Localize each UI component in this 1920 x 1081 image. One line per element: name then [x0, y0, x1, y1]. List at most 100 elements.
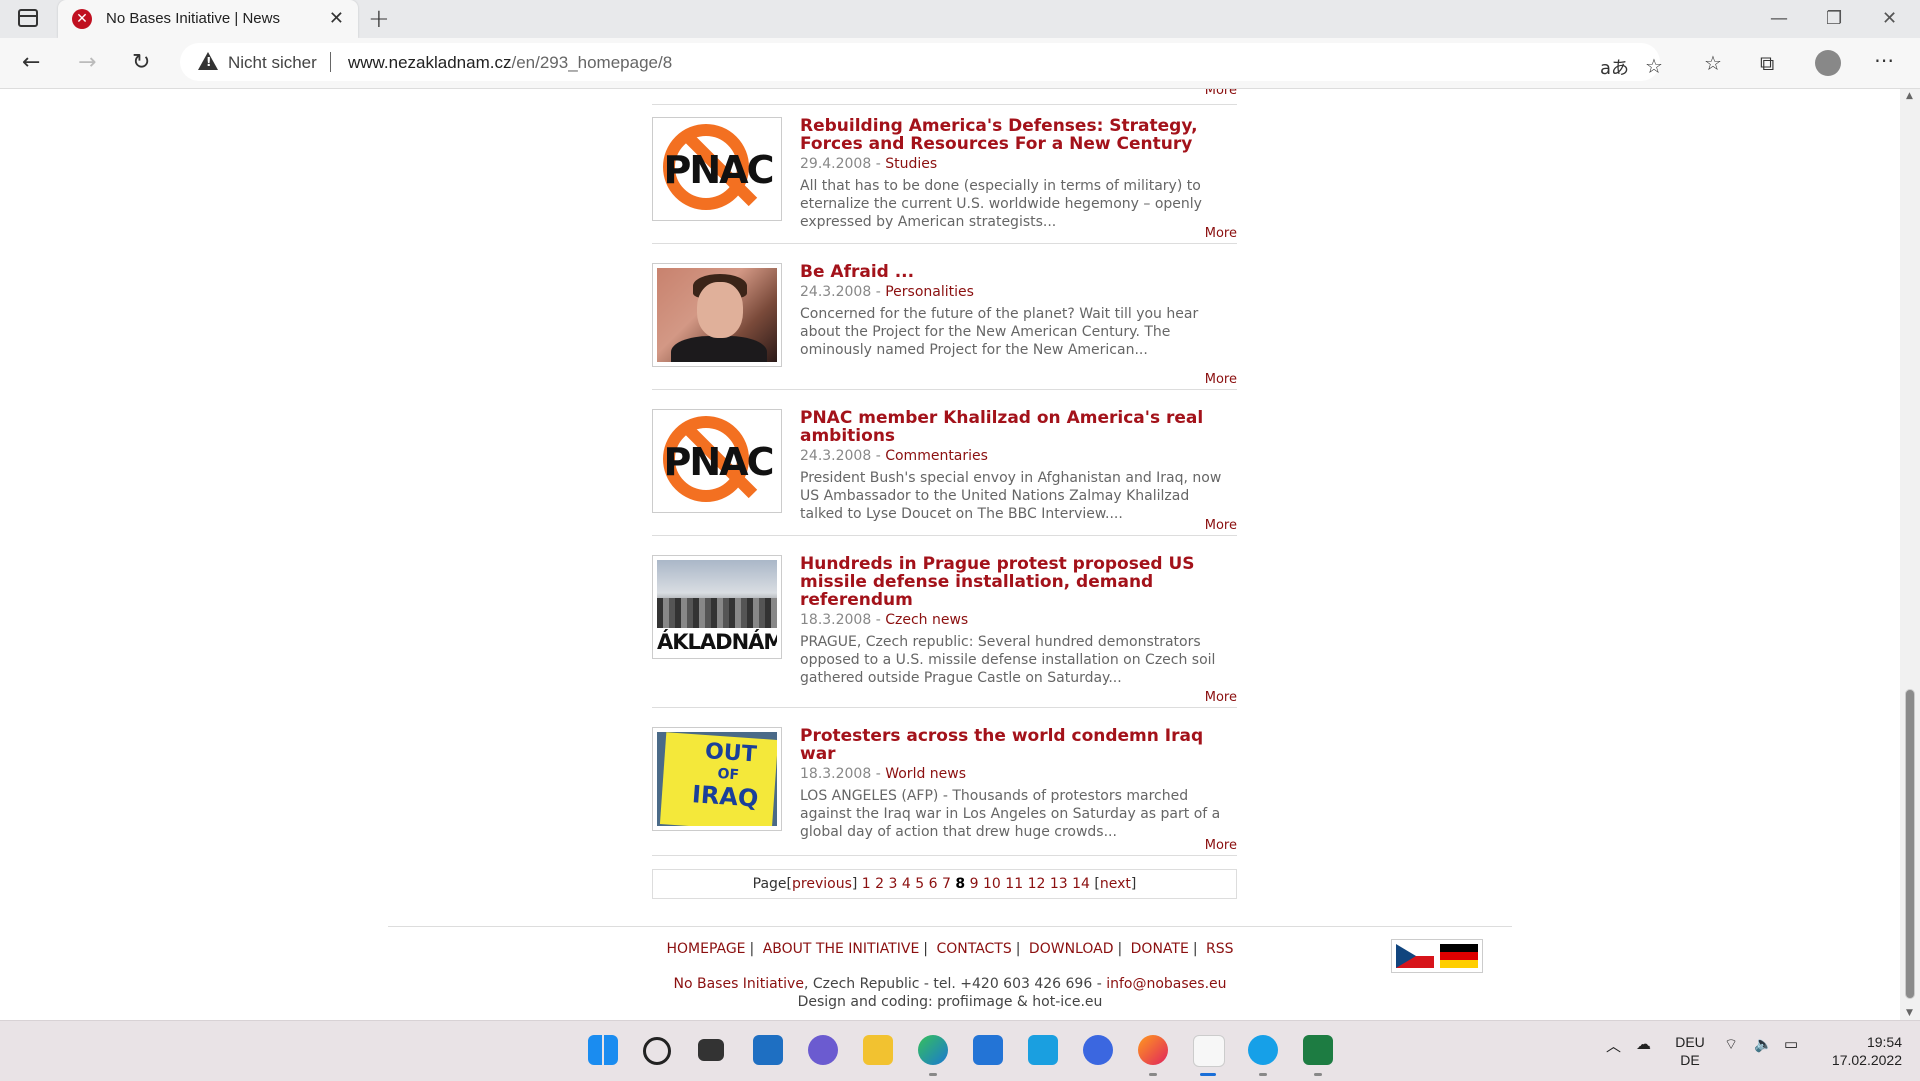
pager-page-link[interactable]: 12 — [1028, 876, 1046, 892]
url-field[interactable]: Nicht sicher www.nezakladnam.cz/en/293_h… — [180, 43, 1663, 81]
snipping-tool-icon[interactable] — [1193, 1035, 1225, 1067]
pager-page-link[interactable]: 14 — [1072, 876, 1090, 892]
widgets-icon[interactable] — [753, 1035, 783, 1065]
onedrive-icon[interactable]: ☁ — [1636, 1035, 1651, 1053]
scroll-down-icon[interactable]: ▼ — [1906, 1008, 1913, 1018]
store-icon[interactable] — [973, 1035, 1003, 1065]
article-title[interactable]: Hundreds in Prague protest proposed US m… — [800, 555, 1232, 609]
more-link[interactable]: More — [1205, 838, 1237, 853]
more-link[interactable]: More — [1205, 226, 1237, 241]
input-language[interactable]: DEU DE — [1672, 1033, 1708, 1069]
add-favorite-icon[interactable]: ☆ — [1645, 54, 1663, 78]
footer-link-contacts[interactable]: CONTACTS — [936, 941, 1011, 957]
tray-chevron-icon[interactable]: ︿ — [1606, 1035, 1621, 1056]
more-link[interactable]: More — [1205, 372, 1237, 387]
wifi-icon[interactable]: ⌔ — [1724, 1035, 1738, 1054]
page-scrollbar[interactable]: ▲ ▼ — [1900, 89, 1920, 1020]
pager-page-link[interactable]: 5 — [915, 876, 924, 892]
pager-page-link[interactable]: 11 — [1005, 876, 1023, 892]
search-icon[interactable] — [643, 1037, 671, 1065]
article-title[interactable]: Rebuilding America's Defenses: Strategy,… — [800, 117, 1232, 153]
article-thumbnail[interactable] — [652, 263, 782, 367]
collections-icon[interactable]: ⧉ — [1760, 51, 1774, 75]
pager-next[interactable]: next — [1100, 876, 1131, 892]
pager-page-link[interactable]: 4 — [902, 876, 911, 892]
volume-icon[interactable]: 🔈 — [1754, 1035, 1773, 1053]
back-icon[interactable]: ← — [22, 50, 40, 75]
footer-email[interactable]: info@nobases.eu — [1106, 976, 1226, 992]
favorites-icon[interactable]: ☆ — [1704, 51, 1722, 75]
footer-link-about[interactable]: ABOUT THE INITIATIVE — [763, 941, 920, 957]
article-excerpt: President Bush's special envoy in Afghan… — [800, 470, 1222, 522]
more-menu-icon[interactable]: ⋯ — [1874, 48, 1894, 72]
article-category[interactable]: Commentaries — [885, 448, 988, 464]
task-view-icon[interactable] — [698, 1039, 724, 1061]
restore-icon[interactable]: ❐ — [1826, 8, 1842, 29]
tab-close-icon[interactable]: ✕ — [329, 8, 344, 29]
article-title[interactable]: Be Afraid ... — [800, 263, 1232, 281]
minimize-icon[interactable]: — — [1770, 8, 1788, 29]
footer-link-donate[interactable]: DONATE — [1131, 941, 1189, 957]
article-thumbnail[interactable]: ÁKLADNÁM — [652, 555, 782, 659]
scroll-thumb[interactable] — [1905, 689, 1915, 999]
more-link[interactable]: More — [1205, 518, 1237, 533]
article-date: 24.3.2008 — [800, 284, 872, 300]
article-date: 24.3.2008 — [800, 448, 872, 464]
battery-icon[interactable]: ▭ — [1784, 1035, 1798, 1053]
article-title[interactable]: PNAC member Khalilzad on America's real … — [800, 409, 1232, 445]
pager-page-link[interactable]: 8 — [955, 876, 965, 892]
footer-org[interactable]: No Bases Initiative — [673, 976, 803, 992]
article-category[interactable]: World news — [885, 766, 966, 782]
reload-icon[interactable]: ↻ — [132, 50, 150, 75]
pager-page-link[interactable]: 7 — [942, 876, 951, 892]
new-tab-icon[interactable]: + — [368, 4, 390, 34]
pager-page-link[interactable]: 2 — [875, 876, 884, 892]
teams-chat-icon[interactable] — [808, 1035, 838, 1065]
pager-page-link[interactable]: 6 — [929, 876, 938, 892]
german-flag-icon[interactable] — [1440, 944, 1478, 968]
article-thumbnail[interactable]: OUT OF IRAQ — [652, 727, 782, 831]
pager-page-link[interactable]: 13 — [1050, 876, 1068, 892]
app-a-icon[interactable] — [1083, 1035, 1113, 1065]
article-thumbnail[interactable]: PNAC — [652, 409, 782, 513]
footer-link-rss[interactable]: RSS — [1206, 941, 1234, 957]
excel-icon[interactable] — [1303, 1035, 1333, 1065]
pager-page-link[interactable]: 3 — [889, 876, 898, 892]
scroll-up-icon[interactable]: ▲ — [1906, 91, 1913, 101]
profile-avatar[interactable] — [1815, 50, 1841, 76]
skype-icon[interactable] — [1248, 1035, 1278, 1065]
footer-link-homepage[interactable]: HOMEPAGE — [666, 941, 745, 957]
tab-active[interactable]: ✕ No Bases Initiative | News ✕ — [58, 0, 358, 38]
file-explorer-icon[interactable] — [863, 1035, 893, 1065]
windows-start-icon[interactable] — [588, 1035, 618, 1065]
system-clock[interactable]: 19:54 17.02.2022 — [1822, 1033, 1902, 1069]
firefox-icon[interactable] — [1138, 1035, 1168, 1065]
translate-icon[interactable]: aあ — [1600, 54, 1629, 80]
article-category[interactable]: Personalities — [885, 284, 974, 300]
footer-address: , Czech Republic - tel. +420 603 426 696… — [803, 976, 1107, 992]
warning-icon[interactable] — [198, 52, 218, 70]
app-l-icon[interactable] — [1028, 1035, 1058, 1065]
forward-icon[interactable]: → — [78, 50, 96, 75]
taskbar: ︿ ☁ DEU DE ⌔ 🔈 ▭ 19:54 17.02.2022 — [0, 1020, 1920, 1081]
article-category[interactable]: Studies — [885, 156, 937, 172]
footer-link-download[interactable]: DOWNLOAD — [1029, 941, 1114, 957]
article-category[interactable]: Czech news — [885, 612, 968, 628]
czech-flag-icon[interactable] — [1396, 944, 1434, 968]
article-item: PNAC Rebuilding America's Defenses: Stra… — [652, 109, 1237, 244]
pager-page-link[interactable]: 10 — [983, 876, 1001, 892]
tab-actions-icon[interactable] — [18, 9, 38, 27]
close-window-icon[interactable]: ✕ — [1882, 8, 1897, 29]
pager-page-link[interactable]: 9 — [970, 876, 979, 892]
article-excerpt: PRAGUE, Czech republic: Several hundred … — [800, 634, 1216, 686]
url-text[interactable]: www.nezakladnam.cz/en/293_homepage/8 — [348, 53, 672, 73]
edge-icon[interactable] — [918, 1035, 948, 1065]
more-link[interactable]: More — [1205, 89, 1237, 98]
article-thumbnail[interactable]: PNAC — [652, 117, 782, 221]
security-label[interactable]: Nicht sicher — [228, 53, 317, 73]
pager-page-link[interactable]: 1 — [862, 876, 871, 892]
running-indicator — [1149, 1073, 1157, 1076]
pager-previous[interactable]: previous — [792, 876, 852, 892]
more-link[interactable]: More — [1205, 690, 1237, 705]
article-title[interactable]: Protesters across the world condemn Iraq… — [800, 727, 1232, 763]
